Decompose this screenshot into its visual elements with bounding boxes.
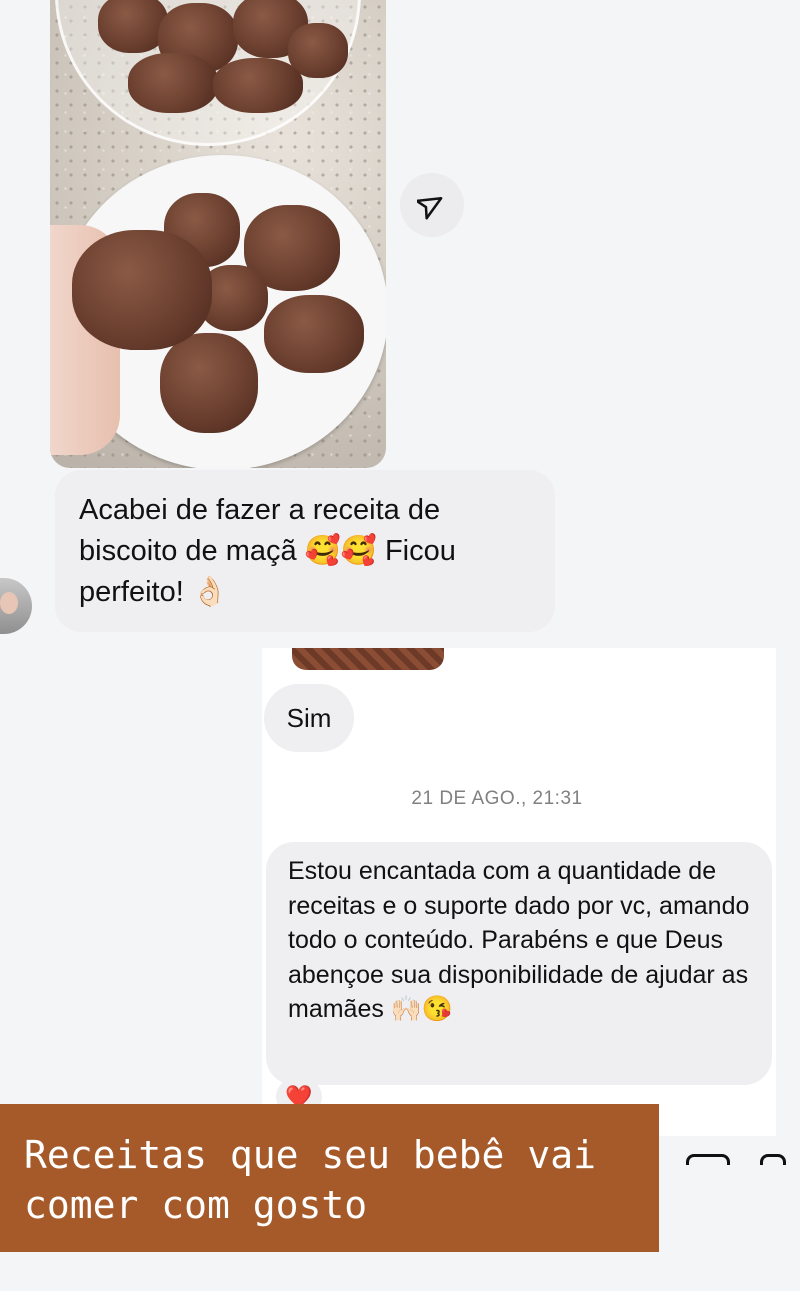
reply-text: Sim — [286, 702, 332, 733]
share-button[interactable] — [400, 173, 464, 237]
received-message-text: Acabei de fazer a receita de biscoito de… — [79, 494, 456, 608]
share-icon — [417, 197, 443, 220]
reply-bubble: Sim — [264, 684, 354, 752]
menu-icon — [760, 1154, 786, 1165]
caption-text: Receitas que seu bebê vai comer com gost… — [24, 1133, 596, 1227]
held-cookie — [72, 230, 212, 350]
received-message-bubble: Acabei de fazer a receita de biscoito de… — [55, 470, 555, 632]
sent-message-text: Estou encantada com a quantidade de rece… — [288, 857, 750, 1023]
sent-message-bubble: Estou encantada com a quantidade de rece… — [266, 842, 772, 1085]
cookie-image-strip — [292, 648, 444, 670]
toolbar-icons — [686, 1148, 800, 1165]
avatar[interactable] — [0, 578, 32, 634]
chat-screenshot: Sim 21 DE AGO., 21:31 Estou encantada co… — [262, 648, 776, 1136]
message-timestamp: 21 DE AGO., 21:31 — [411, 788, 583, 809]
camera-icon — [686, 1154, 730, 1165]
cookie-photo[interactable] — [50, 0, 386, 468]
